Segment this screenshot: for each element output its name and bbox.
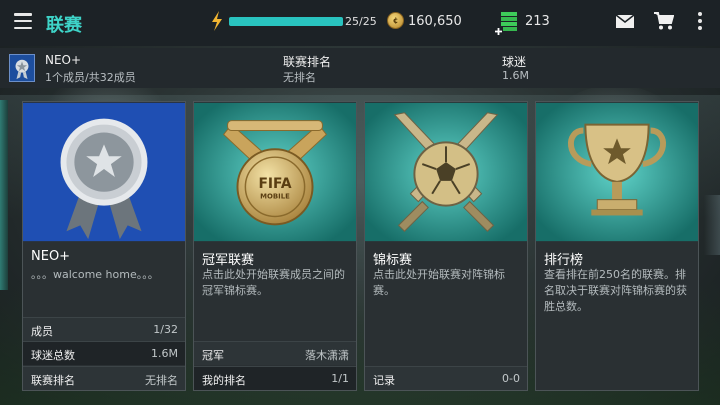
tournament-swords-icon <box>365 102 527 242</box>
cash-balance: 213 <box>525 14 550 29</box>
energy-count: 25/25 <box>345 15 377 28</box>
stat-value: 1/32 <box>153 323 178 336</box>
champions-desc: 点击此处开始联赛成员之间的冠军锦标赛。 <box>202 268 345 297</box>
mail-icon[interactable] <box>616 15 634 28</box>
page-title: 联赛 <box>46 15 82 36</box>
cash-icon[interactable] <box>493 10 521 36</box>
stat-label: 冠军 <box>202 349 224 362</box>
top-bar: 联赛 25/25 ¢ 160,650 213 <box>0 0 720 46</box>
stat-label: 球迷总数 <box>31 349 75 362</box>
tournament-card[interactable]: 锦标赛 点击此处开始联赛对阵锦标赛。 记录 0-0 <box>364 101 528 391</box>
menu-icon[interactable] <box>14 13 32 29</box>
leaderboard-title: 排行榜 <box>544 253 584 268</box>
league-badge-icon <box>9 54 35 82</box>
tournament-title: 锦标赛 <box>373 253 413 268</box>
my-league-title: NEO+ <box>31 249 71 264</box>
league-fans-value: 1.6M <box>502 69 529 82</box>
trophy-icon <box>536 102 698 242</box>
cart-icon[interactable] <box>654 12 674 30</box>
stat-label: 记录 <box>373 374 395 387</box>
league-rank-label: 联赛排名 <box>283 55 332 69</box>
right-panel-edge <box>704 195 720 255</box>
leaderboard-card[interactable]: 排行榜 查看排在前250名的联赛。排名取决于联赛对阵锦标赛的获胜总数。 <box>535 101 699 391</box>
stat-value: 无排名 <box>145 374 178 387</box>
stat-value: 落木潇潇 <box>305 349 349 362</box>
leaderboard-desc: 查看排在前250名的联赛。排名取决于联赛对阵锦标赛的获胜总数。 <box>544 268 687 313</box>
energy-bolt-icon <box>212 11 222 31</box>
my-league-card[interactable]: NEO+ 。。。walcome home。。。 成员 1/32 球迷总数 1.6… <box>22 101 186 391</box>
my-league-motto: 。。。walcome home。。。 <box>31 268 159 281</box>
medal-fifa-text: FIFA <box>258 176 291 192</box>
league-ribbon-icon <box>23 102 185 242</box>
energy-bar <box>229 17 343 26</box>
league-name: NEO+ <box>45 53 82 67</box>
stat-row-fans: 球迷总数 1.6M <box>23 341 185 365</box>
league-fans-label: 球迷 <box>502 55 527 69</box>
stat-row-members: 成员 1/32 <box>23 317 185 341</box>
stat-value: 1/1 <box>331 372 349 385</box>
energy-fill <box>229 17 343 26</box>
stat-row-my-rank: 我的排名 1/1 <box>194 366 356 390</box>
stat-value: 1.6M <box>151 347 178 360</box>
stat-label: 成员 <box>31 325 53 338</box>
champions-title: 冠军联赛 <box>202 253 255 268</box>
champions-league-card[interactable]: FIFA MOBILE 冠军联赛 点击此处开始联赛成员之间的冠军锦标赛。 冠军 … <box>193 101 357 391</box>
champions-medal-icon: FIFA MOBILE <box>194 102 356 242</box>
more-icon[interactable] <box>697 12 702 30</box>
stat-row-champion: 冠军 落木潇潇 <box>194 341 356 365</box>
league-rank-value: 无排名 <box>283 71 316 84</box>
tournament-desc: 点击此处开始联赛对阵锦标赛。 <box>373 268 505 297</box>
left-panel-edge <box>0 100 8 290</box>
coin-balance: 160,650 <box>408 14 462 29</box>
league-members: 1个成员/共32成员 <box>45 71 136 84</box>
medal-mobile-text: MOBILE <box>260 193 290 201</box>
coin-icon: ¢ <box>387 12 404 29</box>
stat-row-record: 记录 0-0 <box>365 366 527 390</box>
stat-value: 0-0 <box>502 372 520 385</box>
stat-row-rank: 联赛排名 无排名 <box>23 366 185 390</box>
stat-label: 我的排名 <box>202 374 246 387</box>
stat-label: 联赛排名 <box>31 374 75 387</box>
